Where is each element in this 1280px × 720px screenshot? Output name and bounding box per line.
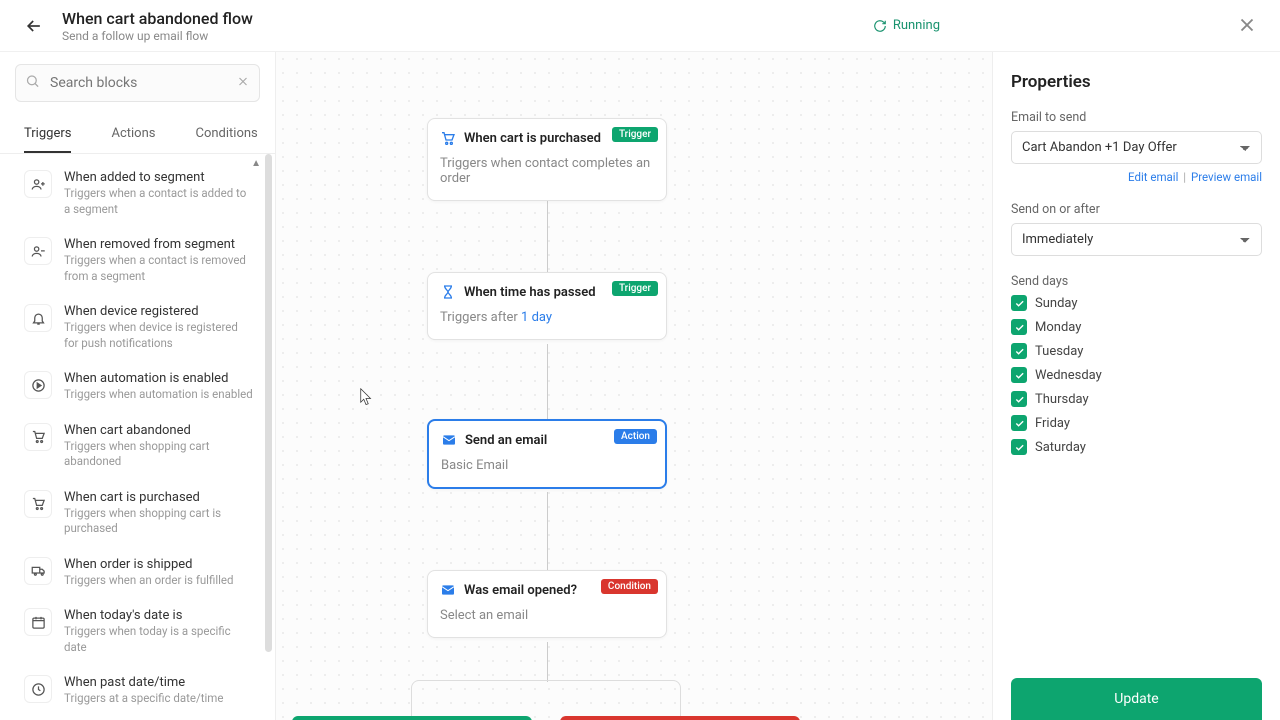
calendar-icon xyxy=(24,608,52,636)
back-button[interactable] xyxy=(20,12,48,40)
block-item[interactable]: When cart abandonedTriggers when shoppin… xyxy=(0,413,275,480)
envelope-open-icon xyxy=(440,582,456,598)
yes-branch[interactable] xyxy=(292,716,532,720)
play-icon xyxy=(24,371,52,399)
cart-check-icon xyxy=(24,490,52,518)
cursor-icon xyxy=(360,388,372,406)
send-days-label: Send days xyxy=(1011,274,1262,289)
user-plus-icon xyxy=(24,170,52,198)
block-item[interactable]: When device registeredTriggers when devi… xyxy=(0,294,275,361)
tab-conditions[interactable]: Conditions xyxy=(195,116,257,153)
flow-node-trigger-purchase[interactable]: Trigger When cart is purchased Triggers … xyxy=(427,118,667,201)
close-button[interactable] xyxy=(1236,14,1260,38)
flow-node-action-email[interactable]: Action Send an email Basic Email xyxy=(427,419,667,489)
block-item[interactable]: When added to segmentTriggers when a con… xyxy=(0,160,275,227)
bell-icon xyxy=(24,304,52,332)
flow-title: When cart abandoned flow xyxy=(62,9,253,28)
node-badge: Trigger xyxy=(612,281,658,296)
update-button[interactable]: Update xyxy=(1011,678,1262,720)
day-checkbox-tuesday[interactable]: Tuesday xyxy=(1011,343,1262,359)
send-on-label: Send on or after xyxy=(1011,202,1262,217)
node-badge: Action xyxy=(614,429,657,444)
status-badge: Running xyxy=(873,18,940,33)
sidebar: Triggers Actions Conditions ▲ When added… xyxy=(0,52,276,720)
cart-icon xyxy=(24,423,52,451)
properties-title: Properties xyxy=(1011,72,1262,92)
flow-canvas[interactable]: Trigger When cart is purchased Triggers … xyxy=(276,52,992,720)
branch-box xyxy=(411,680,681,720)
envelope-icon xyxy=(441,432,457,448)
search-icon xyxy=(25,74,40,93)
block-tabs: Triggers Actions Conditions xyxy=(0,116,275,154)
properties-panel: Properties Email to send Cart Abandon +1… xyxy=(992,52,1280,720)
email-select[interactable]: Cart Abandon +1 Day Offer xyxy=(1011,131,1262,164)
day-checkbox-sunday[interactable]: Sunday xyxy=(1011,295,1262,311)
clear-icon[interactable] xyxy=(236,74,250,93)
email-to-send-label: Email to send xyxy=(1011,110,1262,125)
no-branch[interactable] xyxy=(560,716,800,720)
block-item[interactable]: When removed from segmentTriggers when a… xyxy=(0,227,275,294)
block-item[interactable]: When order is shippedTriggers when an or… xyxy=(0,547,275,599)
day-checkbox-saturday[interactable]: Saturday xyxy=(1011,439,1262,455)
tab-actions[interactable]: Actions xyxy=(111,116,155,153)
preview-email-link[interactable]: Preview email xyxy=(1191,170,1262,184)
node-badge: Trigger xyxy=(612,127,658,142)
clock-icon xyxy=(24,675,52,703)
block-list[interactable]: ▲ When added to segmentTriggers when a c… xyxy=(0,154,275,720)
block-item[interactable]: When automation is enabledTriggers when … xyxy=(0,361,275,413)
chevron-up-icon: ▲ xyxy=(251,158,261,169)
truck-icon xyxy=(24,557,52,585)
day-checkbox-thursday[interactable]: Thursday xyxy=(1011,391,1262,407)
edit-email-link[interactable]: Edit email xyxy=(1128,170,1178,184)
day-checkbox-monday[interactable]: Monday xyxy=(1011,319,1262,335)
send-on-select[interactable]: Immediately xyxy=(1011,223,1262,256)
flow-node-condition-opened[interactable]: Condition Was email opened? Select an em… xyxy=(427,570,667,638)
block-item[interactable]: When today's date isTriggers when today … xyxy=(0,598,275,665)
flow-node-trigger-time[interactable]: Trigger When time has passed Triggers af… xyxy=(427,272,667,340)
node-badge: Condition xyxy=(601,579,658,594)
search-input[interactable] xyxy=(15,64,260,102)
tab-triggers[interactable]: Triggers xyxy=(24,116,71,153)
cart-icon xyxy=(440,130,456,146)
header: When cart abandoned flow Send a follow u… xyxy=(0,0,1280,52)
day-checkbox-friday[interactable]: Friday xyxy=(1011,415,1262,431)
block-item[interactable]: When past date/timeTriggers at a specifi… xyxy=(0,665,275,717)
day-checkbox-wednesday[interactable]: Wednesday xyxy=(1011,367,1262,383)
block-item[interactable]: When cart is purchasedTriggers when shop… xyxy=(0,480,275,547)
flow-subtitle: Send a follow up email flow xyxy=(62,29,253,43)
user-minus-icon xyxy=(24,237,52,265)
hourglass-icon xyxy=(440,284,456,300)
